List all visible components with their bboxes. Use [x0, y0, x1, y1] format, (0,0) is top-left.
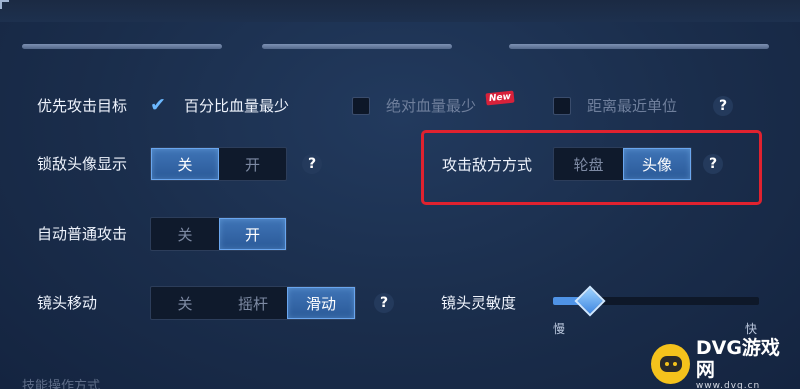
swipe-option[interactable]: 滑动	[287, 287, 355, 319]
watermark-title: DVG游戏网	[695, 336, 780, 381]
toggle-on-option[interactable]: 开	[219, 148, 286, 180]
checkbox[interactable]	[553, 97, 571, 115]
help-icon[interactable]: ?	[302, 154, 322, 174]
attack-method-label: 攻击敌方方式	[442, 156, 533, 174]
lock-portrait-toggle: 关 开	[150, 147, 287, 181]
toggle-off-option[interactable]: 关	[151, 218, 219, 250]
corner-mark	[0, 0, 9, 9]
watermark: DVG游戏网 www.dvg.cn	[651, 337, 796, 389]
camera-off-option[interactable]: 关	[151, 287, 219, 319]
option-label: 绝对血量最少	[386, 97, 477, 115]
section-divider	[22, 44, 222, 49]
toggle-off-option[interactable]: 关	[151, 148, 219, 180]
help-icon[interactable]: ?	[374, 293, 394, 313]
help-icon[interactable]: ?	[703, 154, 723, 174]
option-lowest-percent-hp[interactable]: ✔ 百分比血量最少	[150, 94, 320, 118]
sensitivity-slider-handle[interactable]	[574, 285, 606, 317]
target-priority-label: 优先攻击目标	[37, 97, 128, 115]
wheel-option[interactable]: 轮盘	[554, 148, 623, 180]
option-lowest-absolute-hp[interactable]: 绝对血量最少 New	[352, 90, 522, 118]
help-icon[interactable]: ?	[713, 96, 733, 116]
auto-attack-toggle: 关 开	[150, 217, 287, 251]
option-label: 距离最近单位	[587, 97, 678, 115]
camera-move-toggle: 关 摇杆 滑动	[150, 286, 356, 320]
toggle-on-option[interactable]: 开	[219, 218, 286, 250]
auto-attack-label: 自动普通攻击	[37, 225, 128, 243]
checkbox[interactable]	[352, 97, 370, 115]
joystick-option[interactable]: 摇杆	[219, 287, 287, 319]
lock-portrait-label: 锁敌头像显示	[37, 155, 128, 173]
option-label: 百分比血量最少	[184, 97, 290, 115]
camera-move-label: 镜头移动	[37, 294, 98, 312]
watermark-url: www.dvg.cn	[695, 380, 761, 389]
attack-method-toggle: 轮盘 头像	[553, 147, 692, 181]
skill-control-section-label: 技能操作方式	[22, 379, 101, 389]
new-badge: New	[485, 90, 515, 106]
top-bar	[0, 0, 800, 22]
camera-sensitivity-label: 镜头灵敏度	[441, 294, 517, 312]
gamepad-logo-icon	[651, 344, 690, 384]
section-divider	[262, 44, 452, 49]
checkmark-icon: ✔	[150, 94, 166, 116]
slow-label: 慢	[553, 322, 566, 336]
portrait-option[interactable]: 头像	[623, 148, 691, 180]
option-nearest-unit[interactable]: 距离最近单位	[553, 94, 703, 118]
fast-label: 快	[745, 322, 758, 336]
section-divider	[509, 44, 769, 49]
